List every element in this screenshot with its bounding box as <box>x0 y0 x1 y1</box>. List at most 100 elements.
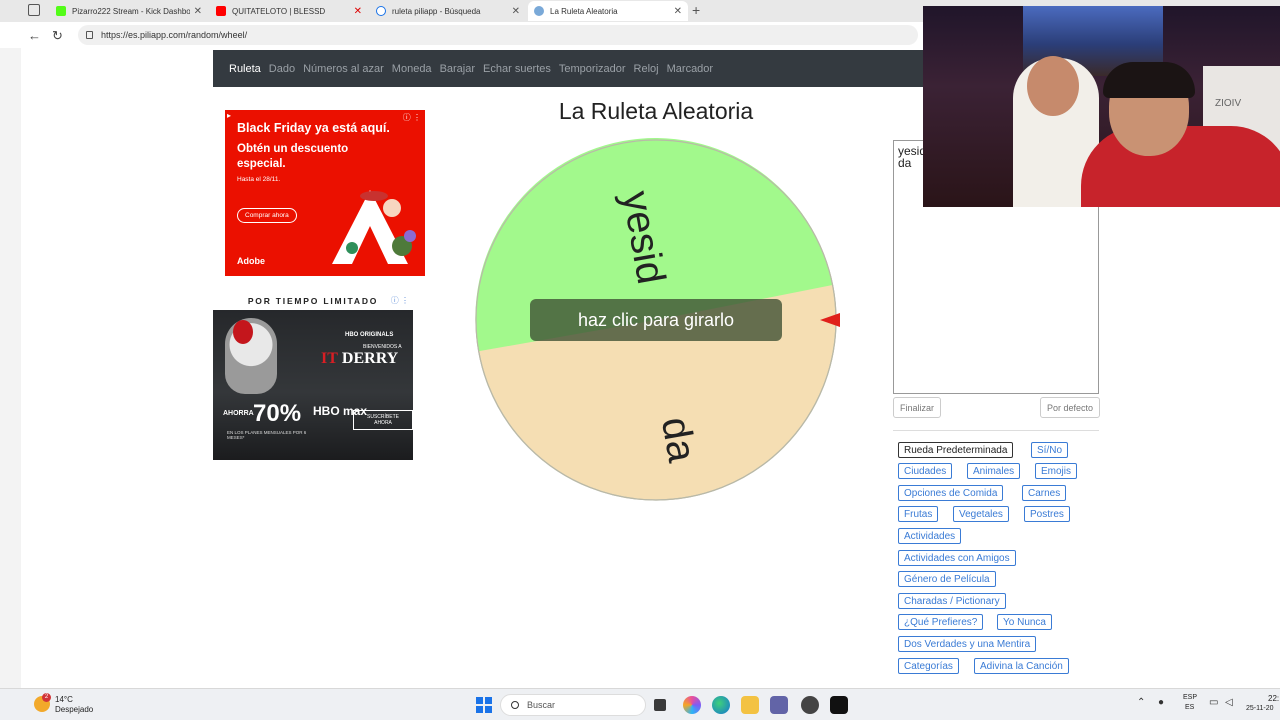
preset-opciones-comida[interactable]: Opciones de Comida <box>898 485 1004 501</box>
preset-actividades[interactable]: Actividades <box>898 528 962 544</box>
nav-ruleta[interactable]: Ruleta <box>229 63 261 75</box>
preset-charadas[interactable]: Charadas / Pictionary <box>898 593 1006 609</box>
divider <box>893 430 1099 431</box>
planes-text: EN LOS PLANES MENSUALES POR 6 MESES* <box>227 430 307 440</box>
default-button[interactable]: Por defecto <box>1040 397 1101 418</box>
person-left-head <box>1027 56 1079 116</box>
subscribe-button[interactable]: SUSCRÍBETE AHORA <box>353 410 413 430</box>
lock-icon <box>86 31 93 39</box>
clock-date[interactable]: 25-11-20 <box>1246 705 1274 712</box>
copilot-icon[interactable] <box>683 696 701 714</box>
obs-icon[interactable] <box>801 696 819 714</box>
start-icon[interactable] <box>476 697 492 713</box>
preset-dos-verdades[interactable]: Dos Verdades y una Mentira <box>898 636 1037 652</box>
ad-buy-button[interactable]: Comprar ahora <box>237 208 297 223</box>
search-favicon-icon <box>376 6 386 16</box>
youtube-favicon-icon <box>216 6 226 16</box>
page-title: La Ruleta Aleatoria <box>558 98 754 124</box>
preset-rueda-predeterminada[interactable]: Rueda Predeterminada <box>898 442 1014 458</box>
tab-title: Pizarro222 Stream - Kick Dashboa <box>72 6 190 16</box>
tab-title: La Ruleta Aleatoria <box>550 6 618 16</box>
url-field[interactable]: https://es.piliapp.com/random/wheel/ <box>78 25 918 45</box>
nav-reloj[interactable]: Reloj <box>634 63 659 75</box>
webcam-overlay: ZIOIV <box>923 6 1280 207</box>
search-icon <box>511 701 519 709</box>
preset-genero-pelicula[interactable]: Género de Película <box>898 571 996 587</box>
nav-numeros[interactable]: Números al azar <box>303 63 384 75</box>
taskbar: 2 14°C Despejado Buscar ⌃ ● ESP ES ▭ ◁ 2… <box>0 688 1280 720</box>
nav-barajar[interactable]: Barajar <box>440 63 475 75</box>
keyboard-indicator[interactable]: ES <box>1185 704 1194 711</box>
nav-marcador[interactable]: Marcador <box>667 63 713 75</box>
ad-headline: Black Friday ya está aquí. <box>237 121 390 135</box>
nav-dado[interactable]: Dado <box>269 63 295 75</box>
microphone-icon[interactable]: ● <box>1158 697 1164 708</box>
edge-icon[interactable] <box>712 696 730 714</box>
preset-adivina-cancion[interactable]: Adivina la Canción <box>974 658 1069 674</box>
site-navbar: Ruleta Dado Números al azar Moneda Baraj… <box>213 50 923 87</box>
discount-percent: 70% <box>253 400 302 427</box>
segment-label-da: da <box>653 414 704 466</box>
nav-temporizador[interactable]: Temporizador <box>559 63 626 75</box>
ahorra-text: AHORRA <box>223 410 254 417</box>
task-view-icon[interactable] <box>654 699 666 711</box>
adobe-logo-art-icon <box>332 190 416 264</box>
preset-frutas[interactable]: Frutas <box>898 506 939 522</box>
preset-yo-nunca[interactable]: Yo Nunca <box>997 614 1052 630</box>
tab-kick[interactable]: Pizarro222 Stream - Kick Dashboa ✕ <box>50 1 208 21</box>
search-placeholder: Buscar <box>527 700 556 710</box>
tab-youtube[interactable]: QUITATELOTO | BLESSD ✕ <box>210 1 368 21</box>
ad-subhead: Obtén un descuento especial. <box>237 143 349 170</box>
tab-search[interactable]: ruleta piliapp - Búsqueda ✕ <box>370 1 526 21</box>
hbo-ad[interactable]: POR TIEMPO LIMITADO ⓘ ⋮ HBO ORIGINALS BI… <box>213 294 413 460</box>
network-icon[interactable]: ▭ <box>1209 697 1218 708</box>
adobe-ad[interactable]: ▸ ⓘ ⋮ Black Friday ya está aquí. Obtén u… <box>225 110 425 276</box>
close-icon[interactable]: ✕ <box>354 6 362 17</box>
preset-que-prefieres[interactable]: ¿Qué Prefieres? <box>898 614 984 630</box>
close-icon[interactable]: ✕ <box>512 6 520 17</box>
preset-animales[interactable]: Animales <box>967 463 1021 479</box>
preset-actividades-amigos[interactable]: Actividades con Amigos <box>898 550 1016 566</box>
piliapp-favicon-icon <box>534 6 544 16</box>
url-text: https://es.piliapp.com/random/wheel/ <box>101 30 248 40</box>
clock-time[interactable]: 22: <box>1268 694 1279 703</box>
preset-postres[interactable]: Postres <box>1024 506 1070 522</box>
volume-icon[interactable]: ◁ <box>1225 697 1233 708</box>
preset-categorias[interactable]: Categorías <box>898 658 959 674</box>
nav-moneda[interactable]: Moneda <box>392 63 432 75</box>
spin-button[interactable]: haz clic para girarlo <box>530 299 782 341</box>
weather-description[interactable]: Despejado <box>55 705 93 714</box>
language-indicator[interactable]: ESP <box>1183 694 1197 701</box>
finalize-button[interactable]: Finalizar <box>893 397 942 418</box>
nav-echar-suertes[interactable]: Echar suertes <box>483 63 551 75</box>
tiktok-icon[interactable] <box>830 696 848 714</box>
ad-info-icon[interactable]: ⓘ ⋮ <box>403 112 421 123</box>
adchoices-icon[interactable]: ▸ <box>227 111 231 120</box>
weather-temperature[interactable]: 14°C <box>55 695 73 704</box>
ad-small-text: Hasta el 28/11. <box>237 176 281 183</box>
preset-vegetales[interactable]: Vegetales <box>953 506 1009 522</box>
preset-carnes[interactable]: Carnes <box>1022 485 1067 501</box>
tab-title: ruleta piliapp - Búsqueda <box>392 6 481 16</box>
kick-favicon-icon <box>56 6 66 16</box>
ad-info-icon[interactable]: ⓘ ⋮ <box>391 295 409 306</box>
tray-overflow-icon[interactable]: ⌃ <box>1137 697 1145 708</box>
preset-si-no[interactable]: Sí/No <box>1031 442 1069 458</box>
tab-ruleta[interactable]: La Ruleta Aleatoria ✕ <box>528 1 688 21</box>
new-tab-button[interactable]: + <box>692 2 700 18</box>
close-icon[interactable]: ✕ <box>194 6 202 17</box>
reload-icon[interactable]: ↻ <box>52 28 63 44</box>
file-explorer-icon[interactable] <box>741 696 759 714</box>
window-menu-icon[interactable] <box>28 4 40 16</box>
ad-label: POR TIEMPO LIMITADO <box>247 296 379 306</box>
wheel-pointer-icon <box>820 313 840 327</box>
preset-ciudades[interactable]: Ciudades <box>898 463 953 479</box>
close-icon[interactable]: ✕ <box>674 6 682 17</box>
teams-icon[interactable] <box>770 696 788 714</box>
preset-emojis[interactable]: Emojis <box>1035 463 1078 479</box>
wall-sign-text: ZIOIV <box>1215 98 1242 109</box>
back-icon[interactable]: ← <box>28 28 41 43</box>
taskbar-search[interactable]: Buscar <box>500 694 646 716</box>
hbo-ad-image: HBO ORIGINALS BIENVENIDOS A IT DERRY AHO… <box>213 310 413 460</box>
balloon-icon <box>233 320 253 344</box>
